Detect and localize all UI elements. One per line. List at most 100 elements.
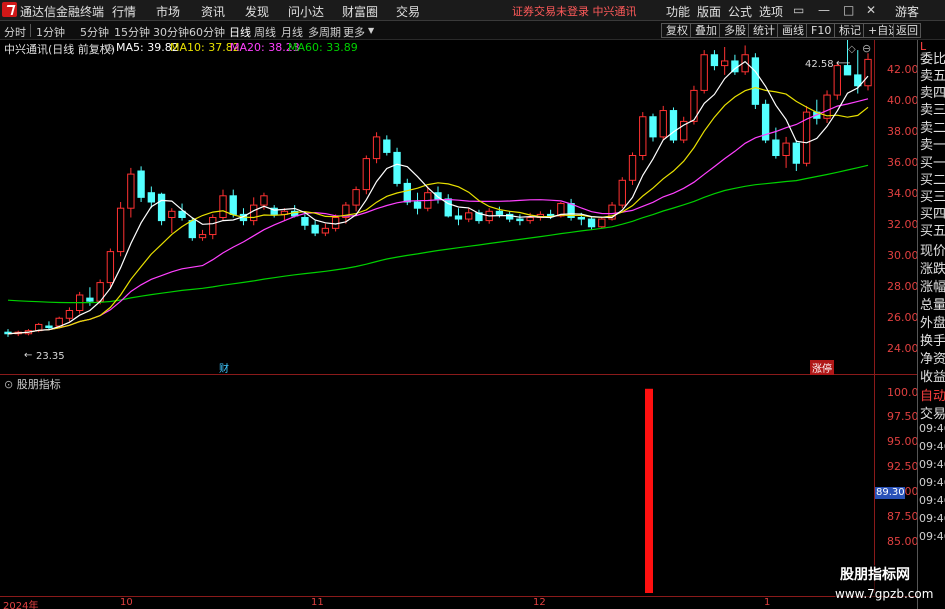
tick-time: 09:46	[919, 512, 945, 525]
candle-body-down	[403, 182, 411, 203]
candle-body-down	[301, 217, 309, 226]
app-title: 通达信金融终端	[20, 5, 105, 19]
candle-body-down	[669, 110, 678, 141]
app-logo-icon	[2, 2, 17, 17]
more-dropdown-icon[interactable]: ▼	[368, 26, 374, 35]
auto-tab[interactable]: 自动	[920, 385, 945, 404]
label-price: 现价	[920, 244, 945, 259]
indicator-current-value: 89.30	[875, 487, 905, 499]
indicator-chart[interactable]	[0, 375, 874, 596]
period-5min[interactable]: 5分钟	[80, 24, 109, 40]
candle-body-up	[618, 179, 626, 206]
price-axis-line	[874, 40, 875, 593]
maximize-icon[interactable]: □	[843, 3, 854, 17]
diejia-button[interactable]: 叠加	[690, 23, 722, 38]
candle-body-up	[864, 58, 872, 87]
biaoji-button[interactable]: 标记	[834, 23, 866, 38]
trade-login-warning[interactable]: 证券交易未登录 中兴通讯	[512, 3, 637, 19]
trade-tab[interactable]: 交易	[920, 403, 945, 422]
date-label: 1	[764, 597, 771, 608]
close-icon[interactable]: ✕	[866, 3, 876, 17]
period-30min[interactable]: 30分钟	[153, 24, 189, 40]
menu-faxian[interactable]: 发现	[245, 3, 269, 20]
price-tick: 36.00	[887, 156, 919, 169]
chart-collapse-icon[interactable]: ⊖	[862, 42, 871, 55]
menu-wenxiaoda[interactable]: 问小达	[288, 3, 324, 20]
price-tick: 32.00	[887, 218, 919, 231]
period-15min[interactable]: 15分钟	[114, 24, 150, 40]
candle-body-down	[311, 224, 319, 234]
candle-body-up	[639, 116, 647, 156]
period-monthly[interactable]: 月线	[281, 24, 303, 40]
duogu-button[interactable]: 多股	[719, 23, 751, 38]
label-turnover: 换手	[920, 334, 945, 349]
date-label: 10	[120, 597, 133, 608]
tongji-button[interactable]: 统计	[748, 23, 780, 38]
menu-jiaoyi[interactable]: 交易	[396, 3, 420, 20]
fuquan-button[interactable]: 复权	[661, 23, 693, 38]
candle-body-down	[86, 297, 94, 302]
menu-banmian[interactable]: 版面	[697, 3, 721, 20]
candle-body-up	[116, 207, 125, 253]
minimize-icon[interactable]: —	[818, 3, 830, 17]
price-tick: 30.00	[887, 249, 919, 262]
date-axis: 2024年 10 11 12 1	[0, 596, 917, 609]
candle-body-up	[659, 110, 667, 138]
menu-shichang[interactable]: 市场	[156, 3, 180, 20]
chat-icon[interactable]: ▭	[793, 3, 804, 17]
indicator-bar	[645, 388, 653, 593]
menu-caifuquan[interactable]: 财富圈	[342, 3, 378, 20]
tick-time: 09:46	[919, 530, 945, 543]
menu-gongshi[interactable]: 公式	[728, 3, 752, 20]
candle-body-up	[209, 217, 217, 236]
menu-xuanxiang[interactable]: 选项	[759, 3, 783, 20]
candle-body-up	[628, 155, 637, 181]
label-eps: 收益	[920, 370, 945, 385]
candle-body-down	[516, 218, 524, 222]
label-change: 涨跌	[920, 262, 945, 277]
price-tick: 42.00	[887, 63, 919, 76]
back-button[interactable]: 返回	[893, 23, 921, 38]
candlestick-chart[interactable]	[0, 40, 874, 374]
candle-body-down	[413, 201, 422, 209]
menu-hangqing[interactable]: 行情	[112, 3, 136, 20]
candle-body-up	[598, 218, 606, 228]
period-fenshi[interactable]: 分时	[4, 24, 26, 40]
candle-body-up	[127, 173, 135, 209]
menu-zixun[interactable]: 资讯	[201, 3, 225, 20]
period-1min[interactable]: 1分钟	[36, 24, 65, 40]
candle-body-down	[383, 139, 391, 153]
candle-body-down	[137, 170, 145, 198]
indicator-tick: 87.50	[887, 510, 919, 523]
watermark: 股朋指标网 www.7gpzb.com	[835, 565, 933, 609]
candle-body-down	[577, 217, 586, 220]
candle-body-up	[65, 310, 74, 319]
candle-body-down	[454, 215, 463, 220]
menu-gongneng[interactable]: 功能	[666, 3, 690, 20]
indicator-tick: 85.00	[887, 535, 919, 548]
period-multi[interactable]: 多周期	[308, 24, 341, 40]
period-daily[interactable]: 日线	[229, 24, 251, 40]
candle-body-down	[495, 210, 504, 215]
date-label: 12	[533, 597, 546, 608]
finance-event-marker[interactable]: 财	[219, 360, 229, 375]
limit-up-marker[interactable]: 涨停	[810, 360, 834, 375]
candle-body-up	[198, 234, 207, 239]
candle-body-up	[782, 142, 790, 156]
guest-label[interactable]: 游客	[895, 3, 919, 20]
label-sell1: 卖一	[920, 138, 945, 153]
ma5-line	[7, 60, 869, 335]
period-weekly[interactable]: 周线	[254, 24, 276, 40]
candle-body-down	[792, 142, 801, 164]
f10-button[interactable]: F10	[806, 23, 837, 38]
period-60min[interactable]: 60分钟	[189, 24, 225, 40]
candle-body-up	[720, 60, 729, 67]
huaxian-button[interactable]: 画线	[777, 23, 809, 38]
indicator-tick: 100.0	[887, 386, 919, 399]
price-tick: 28.00	[887, 280, 919, 293]
candle-body-down	[444, 198, 452, 217]
candle-body-up	[260, 195, 268, 206]
period-more[interactable]: 更多	[343, 24, 365, 40]
indicator-tick: 95.00	[887, 435, 919, 448]
candle-body-up	[526, 217, 534, 222]
